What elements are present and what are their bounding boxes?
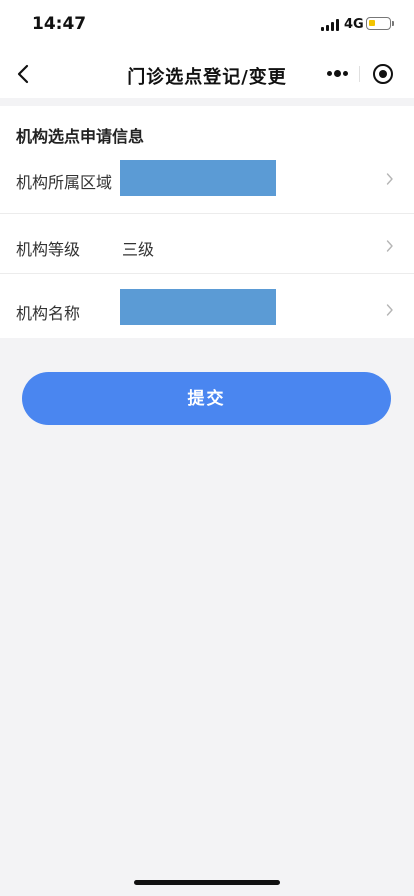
home-indicator	[134, 880, 280, 885]
form-row-level[interactable]: 机构等级 三级	[0, 213, 414, 279]
chevron-right-icon	[386, 173, 393, 185]
form-row-label: 机构所属区域	[16, 173, 113, 192]
form-row-name[interactable]: 机构名称	[0, 273, 414, 339]
nav-bar: 门诊选点登记/变更	[0, 50, 414, 98]
chevron-right-icon	[386, 240, 393, 252]
battery-icon	[366, 17, 394, 30]
submit-button[interactable]: 提交	[22, 372, 391, 425]
signal-icon	[321, 19, 341, 31]
status-bar: 14:47 4G	[0, 0, 414, 50]
form-row-label: 机构名称	[16, 304, 81, 323]
form-row-label: 机构等级	[16, 240, 81, 259]
redacted-value	[120, 289, 276, 325]
form-row-region[interactable]: 机构所属区域	[0, 147, 414, 213]
network-type: 4G	[344, 17, 364, 32]
mini-program-capsule	[318, 58, 400, 90]
status-time: 14:47	[32, 14, 87, 34]
target-circle-icon[interactable]	[373, 64, 393, 84]
more-dots-icon[interactable]	[327, 70, 349, 78]
application-info-card: 机构选点申请信息 机构所属区域 机构等级 三级 机构名称	[0, 106, 414, 338]
redacted-value	[120, 160, 276, 196]
section-title: 机构选点申请信息	[16, 127, 145, 146]
capsule-divider	[359, 66, 360, 82]
battery-fill	[369, 20, 375, 26]
chevron-right-icon	[386, 304, 393, 316]
form-row-value: 三级	[122, 240, 155, 259]
